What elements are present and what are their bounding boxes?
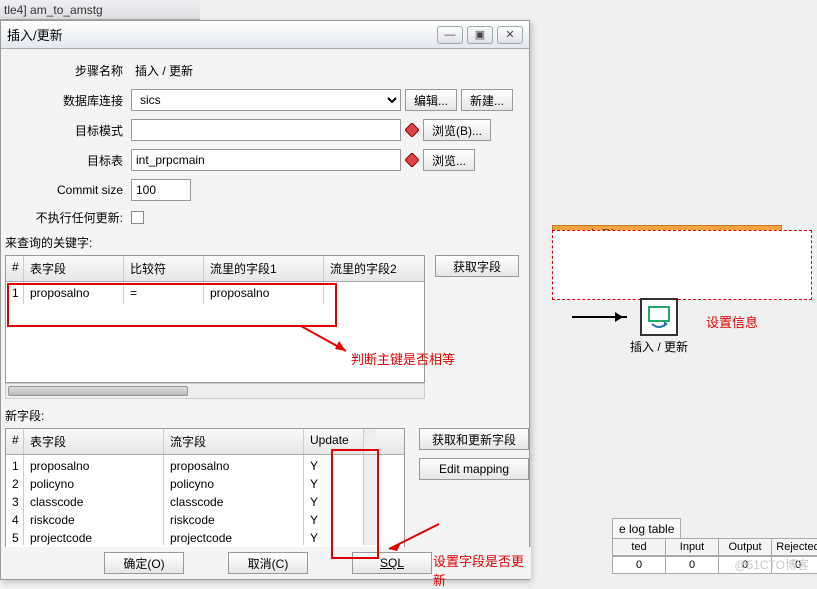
get-fields-button[interactable]: 获取字段 xyxy=(435,255,519,277)
stats-header: ted Input Output Rejected Errors xyxy=(612,538,817,556)
label-db-conn: 数据库连接 xyxy=(11,92,131,109)
col-output: Output xyxy=(718,538,772,556)
label-target-table: 目标表 xyxy=(11,152,131,169)
canvas-step-label: 插入 / 更新 xyxy=(630,338,688,355)
cell: 0 xyxy=(612,556,666,574)
maximize-button[interactable]: ▣ xyxy=(467,26,493,44)
label-no-update: 不执行任何更新: xyxy=(11,209,131,226)
annotation-text-update: 设置字段是否更新 xyxy=(433,551,529,589)
target-table-input[interactable] xyxy=(131,149,401,171)
no-update-checkbox[interactable] xyxy=(131,211,144,224)
parent-window-title: tle4] am_to_amstg xyxy=(0,0,200,20)
annotation-box-keys xyxy=(7,283,337,327)
browse-schema-button[interactable]: 浏览(B)... xyxy=(423,119,491,141)
col-table-field: 表字段 xyxy=(24,256,124,281)
hop-arrow xyxy=(572,316,627,318)
browse-table-button[interactable]: 浏览... xyxy=(423,149,475,171)
annotation-box-update xyxy=(331,449,379,559)
dialog-titlebar[interactable]: 插入/更新 — ▣ ✕ xyxy=(1,21,529,49)
var-icon[interactable] xyxy=(405,123,419,137)
annotation-text-keys: 判断主键是否相等 xyxy=(351,349,455,368)
col-num: # xyxy=(6,429,24,454)
target-schema-input[interactable] xyxy=(131,119,401,141)
cancel-button[interactable]: 取消(C) xyxy=(228,552,308,574)
col-comparator: 比较符 xyxy=(124,256,204,281)
canvas-step-insert-update[interactable]: 插入 / 更新 xyxy=(630,298,688,355)
insert-update-dialog: 插入/更新 — ▣ ✕ 步骤名称 数据库连接 sics 编辑... 新建... … xyxy=(0,20,530,580)
dialog-title: 插入/更新 xyxy=(7,25,433,44)
ok-button[interactable]: 确定(O) xyxy=(104,552,184,574)
col-stream-field2: 流里的字段2 xyxy=(324,256,419,281)
var-icon[interactable] xyxy=(405,153,419,167)
col-rejected: Rejected xyxy=(771,538,817,556)
label-step-name: 步骤名称 xyxy=(11,62,131,79)
tab-log-1[interactable]: e log table xyxy=(612,518,681,540)
label-target-schema: 目标模式 xyxy=(11,122,131,139)
watermark: @51CTO博客 xyxy=(734,556,809,573)
col-stream-field1: 流里的字段1 xyxy=(204,256,324,281)
close-button[interactable]: ✕ xyxy=(497,26,523,44)
col-input: Input xyxy=(665,538,719,556)
background-red-box xyxy=(552,230,812,300)
commit-size-input[interactable] xyxy=(131,179,191,201)
db-connection-select[interactable]: sics xyxy=(131,89,401,111)
minimize-button[interactable]: — xyxy=(437,26,463,44)
cell: 0 xyxy=(665,556,719,574)
label-update-fields: 新字段: xyxy=(5,407,529,424)
col-num: # xyxy=(6,256,24,281)
new-connection-button[interactable]: 新建... xyxy=(461,89,513,111)
col-stream-field: 流字段 xyxy=(164,429,304,454)
label-key-lookup: 来查询的关键字: xyxy=(5,234,529,251)
get-update-fields-button[interactable]: 获取和更新字段 xyxy=(419,428,529,450)
edit-mapping-button[interactable]: Edit mapping xyxy=(419,458,529,480)
col-table-field: 表字段 xyxy=(24,429,164,454)
step-name-input[interactable] xyxy=(131,59,471,81)
insert-update-icon xyxy=(640,298,678,336)
col-ted: ted xyxy=(612,538,666,556)
label-commit-size: Commit size xyxy=(11,183,131,197)
annotation-set-info: 设置信息 xyxy=(706,312,758,331)
edit-connection-button[interactable]: 编辑... xyxy=(405,89,457,111)
grid1-scrollbar[interactable] xyxy=(5,383,425,399)
